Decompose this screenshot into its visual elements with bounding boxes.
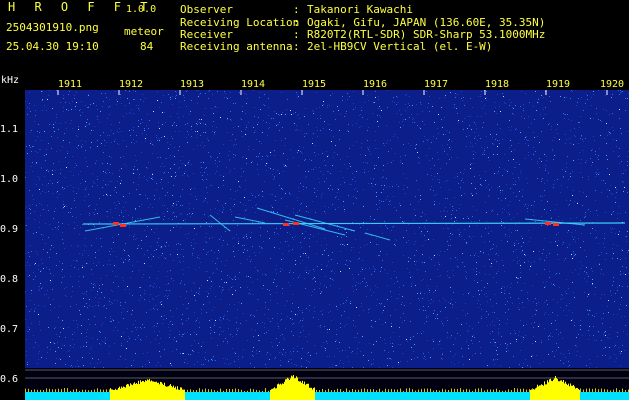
meteor-count: 84 bbox=[140, 40, 154, 53]
x-tick-label: 1914 bbox=[241, 79, 266, 90]
y-tick-label: 0.9 bbox=[0, 224, 19, 235]
colon: : bbox=[293, 40, 300, 53]
colon: : bbox=[293, 3, 300, 16]
x-tick-label: 1920 bbox=[600, 79, 625, 90]
x-tick-label: 1919 bbox=[546, 79, 571, 90]
header-panel: H R O F F T 1.0.0 2504301910.png meteor … bbox=[0, 0, 629, 72]
spectrogram bbox=[25, 90, 629, 400]
x-tick-label: 1917 bbox=[424, 79, 449, 90]
y-tick-label: 1.0 bbox=[0, 174, 19, 185]
x-tick-label: 1913 bbox=[180, 79, 205, 90]
antenna-label: Receiving antenna bbox=[180, 40, 293, 53]
mode-label: meteor bbox=[124, 25, 164, 38]
x-tick-label: 1912 bbox=[119, 79, 144, 90]
y-unit-label: kHz bbox=[1, 75, 20, 86]
file-name: 2504301910.png bbox=[6, 21, 99, 34]
spectrogram-canvas bbox=[25, 90, 629, 400]
app-version: 1.0.0 bbox=[126, 4, 157, 15]
y-tick-label: 1.1 bbox=[0, 124, 19, 135]
hrofft-window: H R O F F T 1.0.0 2504301910.png meteor … bbox=[0, 0, 629, 400]
observer-label: Observer bbox=[180, 3, 233, 16]
observer-value: Takanori Kawachi bbox=[307, 3, 413, 16]
datetime: 25.04.30 19:10 bbox=[6, 40, 99, 53]
x-tick-label: 1918 bbox=[485, 79, 510, 90]
x-tick-label: 1911 bbox=[58, 79, 83, 90]
y-tick-label: 0.6 bbox=[0, 374, 19, 385]
x-tick-label: 1916 bbox=[363, 79, 388, 90]
y-tick-label: 0.8 bbox=[0, 274, 19, 285]
antenna-value: 2el-HB9CV Vertical (el. E-W) bbox=[307, 40, 493, 53]
y-tick-label: 0.7 bbox=[0, 324, 19, 335]
x-tick-label: 1915 bbox=[302, 79, 327, 90]
